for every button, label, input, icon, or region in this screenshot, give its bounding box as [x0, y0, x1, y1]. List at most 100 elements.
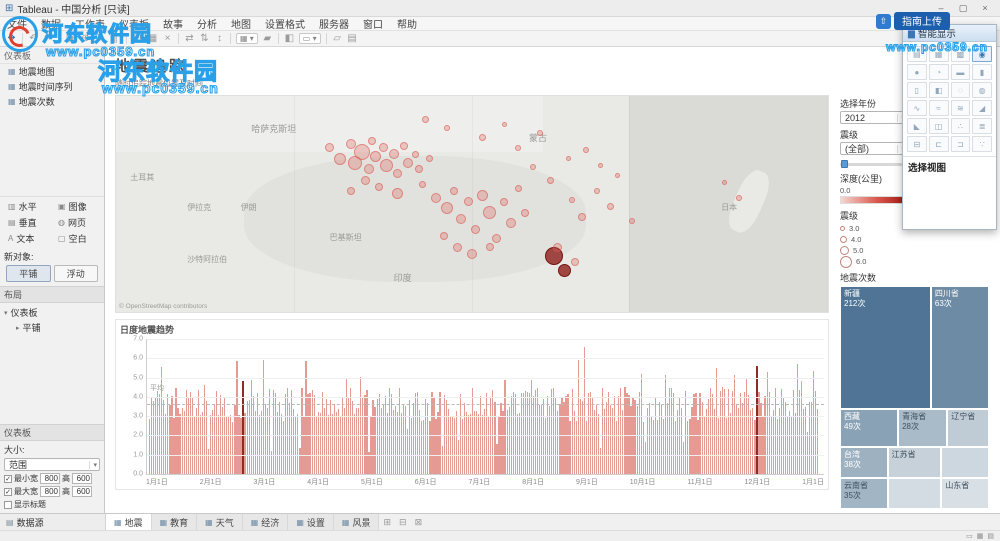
trend-bar[interactable]: [201, 411, 203, 474]
trend-bar[interactable]: [559, 403, 561, 474]
trend-bar[interactable]: [173, 417, 175, 474]
trend-bar[interactable]: [344, 408, 346, 474]
earthquake-mark[interactable]: [477, 189, 489, 201]
trend-bar[interactable]: [358, 407, 360, 474]
earthquake-mark[interactable]: [388, 149, 399, 160]
trend-bar[interactable]: [459, 394, 461, 474]
trend-bar[interactable]: [380, 407, 382, 474]
trend-bar[interactable]: [778, 408, 780, 474]
trend-bar[interactable]: [664, 375, 667, 474]
trend-bar[interactable]: [506, 410, 508, 474]
menu-item-8[interactable]: 服务器: [312, 16, 356, 31]
height-input[interactable]: 600: [72, 486, 92, 497]
trend-bar[interactable]: [786, 416, 788, 474]
trend-bar[interactable]: [354, 413, 356, 474]
trend-bar[interactable]: [522, 393, 524, 474]
trend-bar[interactable]: [669, 387, 671, 474]
sheet-list-item[interactable]: ▦ 地震时间序列: [0, 79, 104, 94]
slider-handle[interactable]: [841, 160, 848, 168]
earthquake-mark[interactable]: [501, 121, 507, 127]
trend-bar[interactable]: [616, 420, 618, 474]
trend-bar[interactable]: [346, 377, 348, 474]
trend-bar[interactable]: [398, 388, 401, 474]
earthquake-mark[interactable]: [597, 162, 603, 168]
treemap-tile[interactable]: 四川省 63次: [930, 286, 989, 409]
showme-thumb-packed-bubbles[interactable]: ∵: [972, 136, 992, 152]
earthquake-mark[interactable]: [378, 143, 388, 153]
trend-bar[interactable]: [244, 412, 246, 474]
trend-bar[interactable]: [770, 417, 772, 474]
showme-thumb-area-discrete[interactable]: ◣: [907, 118, 927, 134]
earthquake-mark[interactable]: [615, 173, 621, 179]
layout-section-header[interactable]: 布局: [0, 286, 104, 303]
trend-bar[interactable]: [545, 418, 547, 474]
trend-bar[interactable]: [788, 410, 791, 474]
trend-bar[interactable]: [723, 388, 726, 474]
trend-bar[interactable]: [486, 393, 488, 474]
showme-thumb-stacked-bar[interactable]: ▮: [972, 64, 992, 80]
trend-bar[interactable]: [750, 410, 752, 474]
trend-bar[interactable]: [207, 449, 210, 474]
trend-bar[interactable]: [801, 381, 803, 474]
trend-bar[interactable]: [297, 414, 299, 474]
layout-tree-root[interactable]: ▾ 仪表板: [4, 305, 100, 320]
treemap-tile[interactable]: 辽宁省: [947, 408, 989, 447]
trend-bar[interactable]: [222, 407, 224, 474]
trend-bar[interactable]: [437, 411, 439, 474]
menu-item-0[interactable]: 文件: [0, 16, 34, 31]
earthquake-mark[interactable]: [334, 152, 347, 165]
trend-bar[interactable]: [536, 387, 539, 474]
trend-bar[interactable]: [453, 418, 455, 474]
trend-bar[interactable]: [400, 412, 403, 474]
trend-bar[interactable]: [209, 414, 212, 474]
trend-bar[interactable]: [713, 408, 715, 474]
trend-bar[interactable]: [754, 419, 756, 474]
trend-bar[interactable]: [707, 399, 709, 474]
trend-bar[interactable]: [699, 393, 701, 474]
showme-thumb-treemap[interactable]: ◧: [928, 82, 949, 98]
trend-bar[interactable]: [471, 387, 474, 474]
swap-axes-icon[interactable]: ⇄: [182, 33, 197, 44]
showme-thumb-pie-chart[interactable]: ◔: [928, 64, 949, 80]
maximize-button[interactable]: ▢: [953, 2, 973, 15]
trend-bar[interactable]: [429, 421, 431, 474]
trend-bar[interactable]: [289, 403, 291, 474]
earthquake-mark[interactable]: [411, 150, 419, 158]
undo-icon[interactable]: ↶: [26, 33, 41, 44]
trend-bar[interactable]: [214, 404, 216, 474]
earthquake-mark[interactable]: [467, 248, 477, 259]
trend-bar[interactable]: [388, 387, 390, 474]
earthquake-mark[interactable]: [571, 258, 580, 267]
trend-bar[interactable]: [370, 416, 372, 474]
trend-bar[interactable]: [327, 414, 329, 474]
trend-bar[interactable]: [333, 403, 336, 474]
trend-bar[interactable]: [254, 410, 256, 474]
menu-item-6[interactable]: 地图: [224, 16, 258, 31]
trend-bar[interactable]: [179, 413, 181, 474]
trend-bar[interactable]: [153, 400, 155, 474]
earthquake-mark[interactable]: [593, 188, 600, 195]
earthquake-mark[interactable]: [736, 194, 742, 201]
trend-bar[interactable]: [624, 387, 626, 474]
trend-bar[interactable]: [451, 416, 453, 474]
showme-thumb-horizontal-bar[interactable]: ▬: [950, 64, 971, 80]
trend-bar[interactable]: [183, 411, 185, 474]
trend-bar[interactable]: [317, 412, 319, 474]
trend-bar[interactable]: [165, 413, 167, 474]
trend-bar[interactable]: [604, 408, 606, 474]
trend-bar[interactable]: [419, 410, 421, 474]
trend-bar[interactable]: [402, 403, 405, 474]
showme-thumb-filled-map[interactable]: ●: [907, 64, 927, 80]
trend-bar[interactable]: [774, 388, 776, 474]
trend-bar[interactable]: [571, 389, 573, 474]
trend-bar[interactable]: [360, 376, 362, 474]
trend-bar[interactable]: [711, 393, 713, 474]
showme-thumb-box-plot[interactable]: ⊟: [907, 136, 927, 152]
treemap-tile[interactable]: 山东省: [941, 477, 989, 509]
presentation-icon[interactable]: ▱: [330, 33, 345, 44]
trend-bar[interactable]: [650, 417, 652, 474]
earthquake-mark[interactable]: [500, 197, 509, 206]
close-button[interactable]: ×: [975, 2, 995, 15]
earthquake-mark[interactable]: [485, 243, 494, 252]
trend-bar[interactable]: [331, 413, 333, 474]
